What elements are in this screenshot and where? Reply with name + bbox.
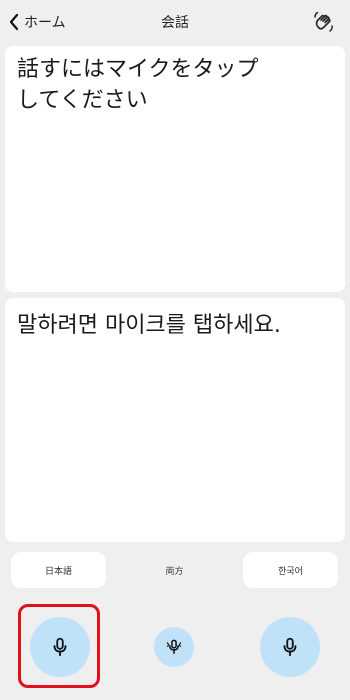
waving-hand-icon [314,11,333,32]
language-button-both[interactable]: 両方 [132,552,217,588]
header-bar: ホーム 会話 [0,0,350,44]
dual-microphone-icon [166,639,182,654]
korean-text-panel: 말하려면 마이크를 탭하세요. [5,298,345,542]
language-button-korean[interactable]: 한국어 [243,552,338,588]
page-title: 会話 [161,15,189,31]
microphone-button-japanese[interactable] [30,617,90,677]
language-button-japanese[interactable]: 日本語 [11,552,106,588]
microphone-icon [283,637,297,657]
japanese-prompt-text: 話すにはマイクをタップ してください [17,57,259,113]
korean-prompt-text: 말하려면 마이크를 탭하세요. [17,313,281,338]
microphone-icon [53,637,67,657]
microphone-button-both[interactable] [154,627,194,667]
waving-hand-button[interactable] [310,8,338,36]
microphone-button-korean[interactable] [260,617,320,677]
japanese-text-panel: 話すにはマイクをタップ してください [5,46,345,292]
